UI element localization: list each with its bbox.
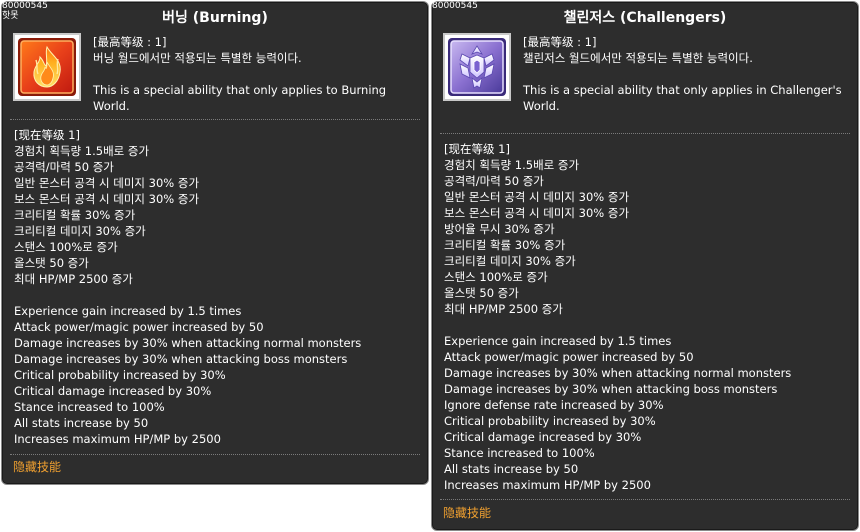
effects-en-block: Experience gain increased by 1.5 times A… [14,303,422,447]
effect-en: Increases maximum HP/MP by 2500 [14,432,221,446]
skill-icon-frame [13,33,81,101]
effects-en-block: Experience gain increased by 1.5 times A… [444,333,852,493]
effect-ko: 보스 몬스터 공격 시 데미지 30% 증가 [444,206,630,220]
effect-en: Damage increases by 30% when attacking n… [444,366,792,380]
effect-en: All stats increase by 50 [14,416,149,430]
effect-ko: 경험치 획득량 1.5배로 증가 [14,144,150,158]
effect-en: Critical damage increased by 30% [444,430,642,444]
max-level-label: [最高等级 : 1] [523,35,597,49]
hidden-skill-label: 隐藏技能 [13,460,62,474]
effect-ko: 일반 몬스터 공격 시 데미지 30% 증가 [444,190,630,204]
skill-tooltip-challengers: 80000545 챌린저스 (Challengers) [最高等级: 1] 챌… [431,1,859,531]
effect-en: Stance increased to 100% [14,400,165,414]
effect-ko: 최대 HP/MP 2500 증가 [14,272,133,286]
effect-ko: 경험치 획득량 1.5배로 증가 [444,158,580,172]
skill-title: 챌린저스 (Challengers) [563,10,727,26]
description-ko: 챌린저스 월드에서만 적용되는 특별한 능력이다. [523,51,753,65]
effect-en: Critical probability increased by 30% [444,414,656,428]
effect-en: Stance increased to 100% [444,446,595,460]
effect-en: Increases maximum HP/MP by 2500 [444,478,651,492]
skill-title: 버닝 (Burning) [162,10,268,26]
effect-ko: 최대 HP/MP 2500 증가 [444,302,563,316]
effect-ko: 스탠스 100%로 증가 [444,270,548,284]
effect-en: Damage increases by 30% when attacking b… [14,352,348,366]
effect-ko: 크리티컬 데미지 30% 증가 [444,254,576,268]
effect-en: Critical probability increased by 30% [14,368,226,382]
effect-ko: 공격력/마력 50 증가 [14,160,114,174]
max-level-label: [最高等级 : 1] [93,35,167,49]
effect-ko: 스탠스 100%로 증가 [14,240,118,254]
effect-en: Attack power/magic power increased by 50 [444,350,694,364]
divider [10,454,420,455]
effect-ko: 보스 몬스터 공격 시 데미지 30% 증가 [14,192,200,206]
divider [440,499,850,500]
effect-en: Experience gain increased by 1.5 times [444,334,672,348]
effect-en: Ignore defense rate increased by 30% [444,398,664,412]
current-level-label: [现在等级 1] [444,142,510,156]
effect-en: Attack power/magic power increased by 50 [14,320,264,334]
skill-icon-frame [443,33,511,101]
challengers-crest-icon [448,38,506,96]
effect-ko: 크리티컬 확률 30% 증가 [14,208,136,222]
skill-header-text: [最高等级 : 1] 챌린저스 월드에서만 적용되는 특별한 능력이다. Thi… [523,34,850,114]
effect-en: All stats increase by 50 [444,462,579,476]
description-ko: 버닝 월드에서만 적용되는 특별한 능력이다. [93,51,302,65]
current-level-block: [现在等级 1] 경험치 획득량 1.5배로 증가 공격력/마력 50 증가 일… [14,127,422,287]
divider [440,133,850,134]
effect-en: Critical damage increased by 30% [14,384,212,398]
skill-tooltip-burning: 80000545 핫못 버닝 (Burning) [最高等级: 1] 버닝 월… [1,1,429,485]
effect-ko: 크리티컬 확률 30% 증가 [444,238,566,252]
effect-ko: 올스탯 50 증가 [14,256,89,270]
effect-en: Damage increases by 30% when attacking n… [14,336,362,350]
effect-ko: 방어율 무시 30% 증가 [444,222,555,236]
effect-ko: 일반 몬스터 공격 시 데미지 30% 증가 [14,176,200,190]
divider [10,119,420,120]
description-en: This is a special ability that only appl… [523,83,842,113]
effect-en: Damage increases by 30% when attacking b… [444,382,778,396]
hidden-skill-label: 隐藏技能 [443,506,492,520]
effect-en: Experience gain increased by 1.5 times [14,304,242,318]
current-level-label: [现在等级 1] [14,128,80,142]
description-en: This is a special ability that only appl… [93,83,387,113]
skill-header-text: [最高等级 : 1] 버닝 월드에서만 적용되는 특별한 능력이다. This … [93,34,420,114]
effect-ko: 공격력/마력 50 증가 [444,174,544,188]
effect-ko: 올스탯 50 증가 [444,286,519,300]
effect-ko: 크리티컬 데미지 30% 증가 [14,224,146,238]
burning-flame-icon [18,38,76,96]
current-level-block: [现在等级 1] 경험치 획득량 1.5배로 증가 공격력/마력 50 증가 일… [444,141,852,317]
